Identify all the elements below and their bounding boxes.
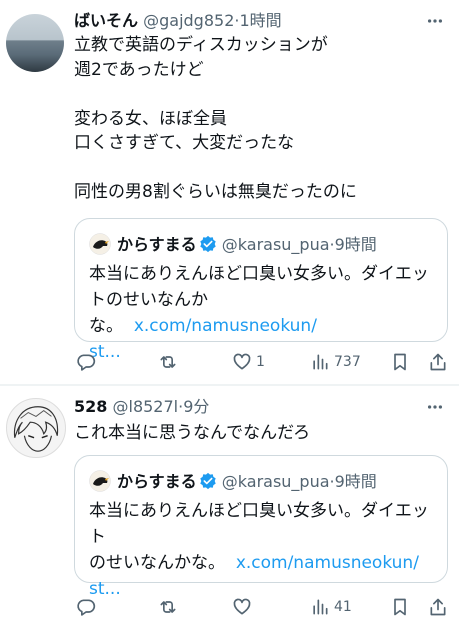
views-chart-icon (313, 354, 328, 370)
bookmark-icon (394, 353, 406, 371)
quoted-handle: @karasu_pua (221, 235, 330, 254)
display-name[interactable]: 528 (74, 397, 107, 416)
share-icon (430, 353, 446, 371)
repost-icon (160, 601, 176, 613)
more-options-icon[interactable] (425, 11, 445, 31)
quoted-display-name: からすまる (117, 472, 197, 491)
views-button[interactable]: 41 (310, 595, 352, 619)
avatar[interactable] (6, 398, 66, 458)
reply-button[interactable] (76, 595, 100, 619)
repost-icon (160, 356, 176, 368)
verified-badge-icon (199, 472, 217, 490)
view-count: 737 (334, 354, 361, 370)
post-time[interactable]: ·9分 (178, 397, 209, 416)
post-time[interactable]: ·1時間 (234, 11, 281, 30)
repost-button[interactable] (158, 350, 182, 374)
quoted-time: ·9時間 (329, 472, 377, 491)
user-handle[interactable]: @l8527l (113, 397, 179, 416)
post-card[interactable]: ばいそん @gajdg852·1時間 立教で英語のディスカッションが 週2であっ… (0, 0, 459, 384)
post-text: これ本当に思うなんでなんだろ (74, 423, 311, 443)
display-name[interactable]: ばいそん (74, 11, 138, 30)
share-button[interactable] (428, 595, 448, 619)
action-bar: 1 737 (74, 350, 450, 374)
quoted-text-line1: 本当にありえんほど口臭い女多い。ダイエッ (89, 264, 429, 284)
action-bar: 41 (74, 595, 450, 619)
quoted-text-line1: 本当にありえんほど口臭い女多い。ダイエット (89, 501, 429, 547)
user-handle[interactable]: @gajdg852 (143, 11, 234, 30)
quoted-post[interactable]: からすまる @karasu_pua·9時間 本当にありえんほど口臭い女多い。ダイ… (74, 218, 448, 362)
quoted-avatar (89, 470, 111, 492)
reply-icon (77, 599, 96, 616)
heart-icon (233, 353, 251, 370)
avatar[interactable] (6, 14, 64, 72)
quoted-link[interactable]: x.com/namusneokun/ (134, 316, 317, 336)
quoted-time: ·9時間 (329, 235, 377, 254)
view-count: 41 (334, 599, 352, 615)
quoted-post[interactable]: からすまる @karasu_pua·9時間 本当にありえんほど口臭い女多い。ダイ… (74, 455, 448, 599)
quoted-handle: @karasu_pua (221, 472, 330, 491)
share-icon (430, 598, 446, 616)
quoted-display-name: からすまる (117, 235, 197, 254)
like-button[interactable] (232, 595, 256, 619)
more-options-icon[interactable] (425, 397, 445, 417)
like-count: 1 (256, 354, 265, 370)
bookmark-button[interactable] (390, 595, 410, 619)
quoted-link[interactable]: x.com/namusneokun/ (236, 553, 419, 573)
post-text: 立教で英語のディスカッションが 週2であったけど 変わる女、ほぼ全員 口くさすぎ… (74, 35, 357, 202)
quoted-header: からすまる @karasu_pua·9時間 (117, 470, 377, 494)
post-divider (0, 384, 459, 386)
verified-badge-icon (199, 235, 217, 253)
reply-icon (77, 354, 96, 371)
quoted-header: からすまる @karasu_pua·9時間 (117, 233, 377, 257)
post-header: ばいそん @gajdg852·1時間 (74, 8, 282, 34)
bookmark-icon (394, 598, 406, 616)
repost-button[interactable] (158, 595, 182, 619)
share-button[interactable] (428, 350, 448, 374)
views-chart-icon (313, 599, 328, 615)
views-button[interactable]: 737 (310, 350, 361, 374)
quoted-text: 本当にありえんほど口臭い女多い。ダイエット のせいなんかな。 x.com/nam… (89, 498, 435, 602)
reply-button[interactable] (76, 350, 100, 374)
like-button[interactable]: 1 (232, 350, 265, 374)
quoted-avatar (89, 233, 111, 255)
heart-icon (233, 598, 251, 615)
post-header: 528 @l8527l·9分 (74, 394, 209, 420)
bookmark-button[interactable] (390, 350, 410, 374)
quoted-text-line2: のせいなんかな。 (89, 553, 225, 573)
